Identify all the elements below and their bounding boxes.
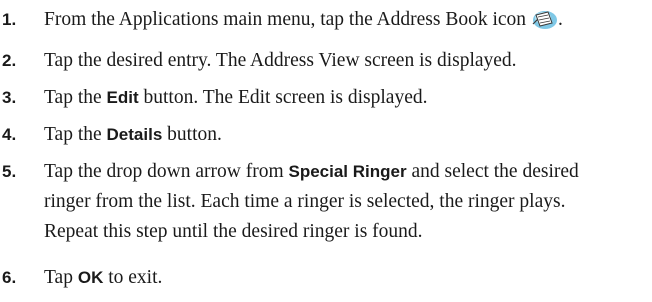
step-text: Tap the desired entry. The Address View … bbox=[44, 46, 650, 76]
step-text: Tap the drop down arrow from Special Rin… bbox=[44, 157, 650, 247]
step-text-part: Tap the desired entry. The Address View … bbox=[44, 50, 517, 71]
step-text-part: to exit. bbox=[103, 267, 163, 288]
step-number: 3. bbox=[2, 88, 17, 107]
button-name-details: Details bbox=[106, 125, 163, 144]
step-text: Tap the Details button. bbox=[44, 120, 650, 150]
step-text: From the Applications main menu, tap the… bbox=[44, 5, 650, 35]
step-text-part: button. The Edit screen is displayed. bbox=[138, 87, 428, 108]
step-text-line: ringer from the list. Each time a ringer… bbox=[44, 191, 566, 212]
step-number: 1. bbox=[2, 10, 17, 29]
step-text-line: Tap the drop down arrow from Special Rin… bbox=[44, 157, 650, 187]
step-text-part: Tap bbox=[44, 267, 78, 288]
step-text-line: Repeat this step until the desired ringe… bbox=[44, 221, 423, 242]
step-text-part: Tap the bbox=[44, 124, 107, 145]
step-text-part: Tap the drop down arrow from bbox=[44, 161, 289, 182]
step-number: 5. bbox=[2, 162, 17, 181]
address-book-icon bbox=[530, 8, 558, 30]
step-text-part: and select the desired bbox=[406, 161, 579, 182]
step-text-part: From the Applications main menu, tap the… bbox=[44, 9, 527, 30]
step-text: Tap OK to exit. bbox=[44, 263, 650, 293]
step-number: 4. bbox=[2, 125, 17, 144]
step-text-part: button. bbox=[162, 124, 222, 145]
button-name-ok: OK bbox=[77, 268, 104, 287]
step-text: Tap the Edit button. The Edit screen is … bbox=[44, 83, 650, 113]
step-number: 6. bbox=[2, 268, 17, 287]
step-number: 2. bbox=[2, 51, 17, 70]
field-name-special-ringer: Special Ringer bbox=[288, 162, 407, 181]
button-name-edit: Edit bbox=[106, 88, 139, 107]
step-text-part: . bbox=[558, 9, 563, 30]
step-text-part: Tap the bbox=[44, 87, 107, 108]
